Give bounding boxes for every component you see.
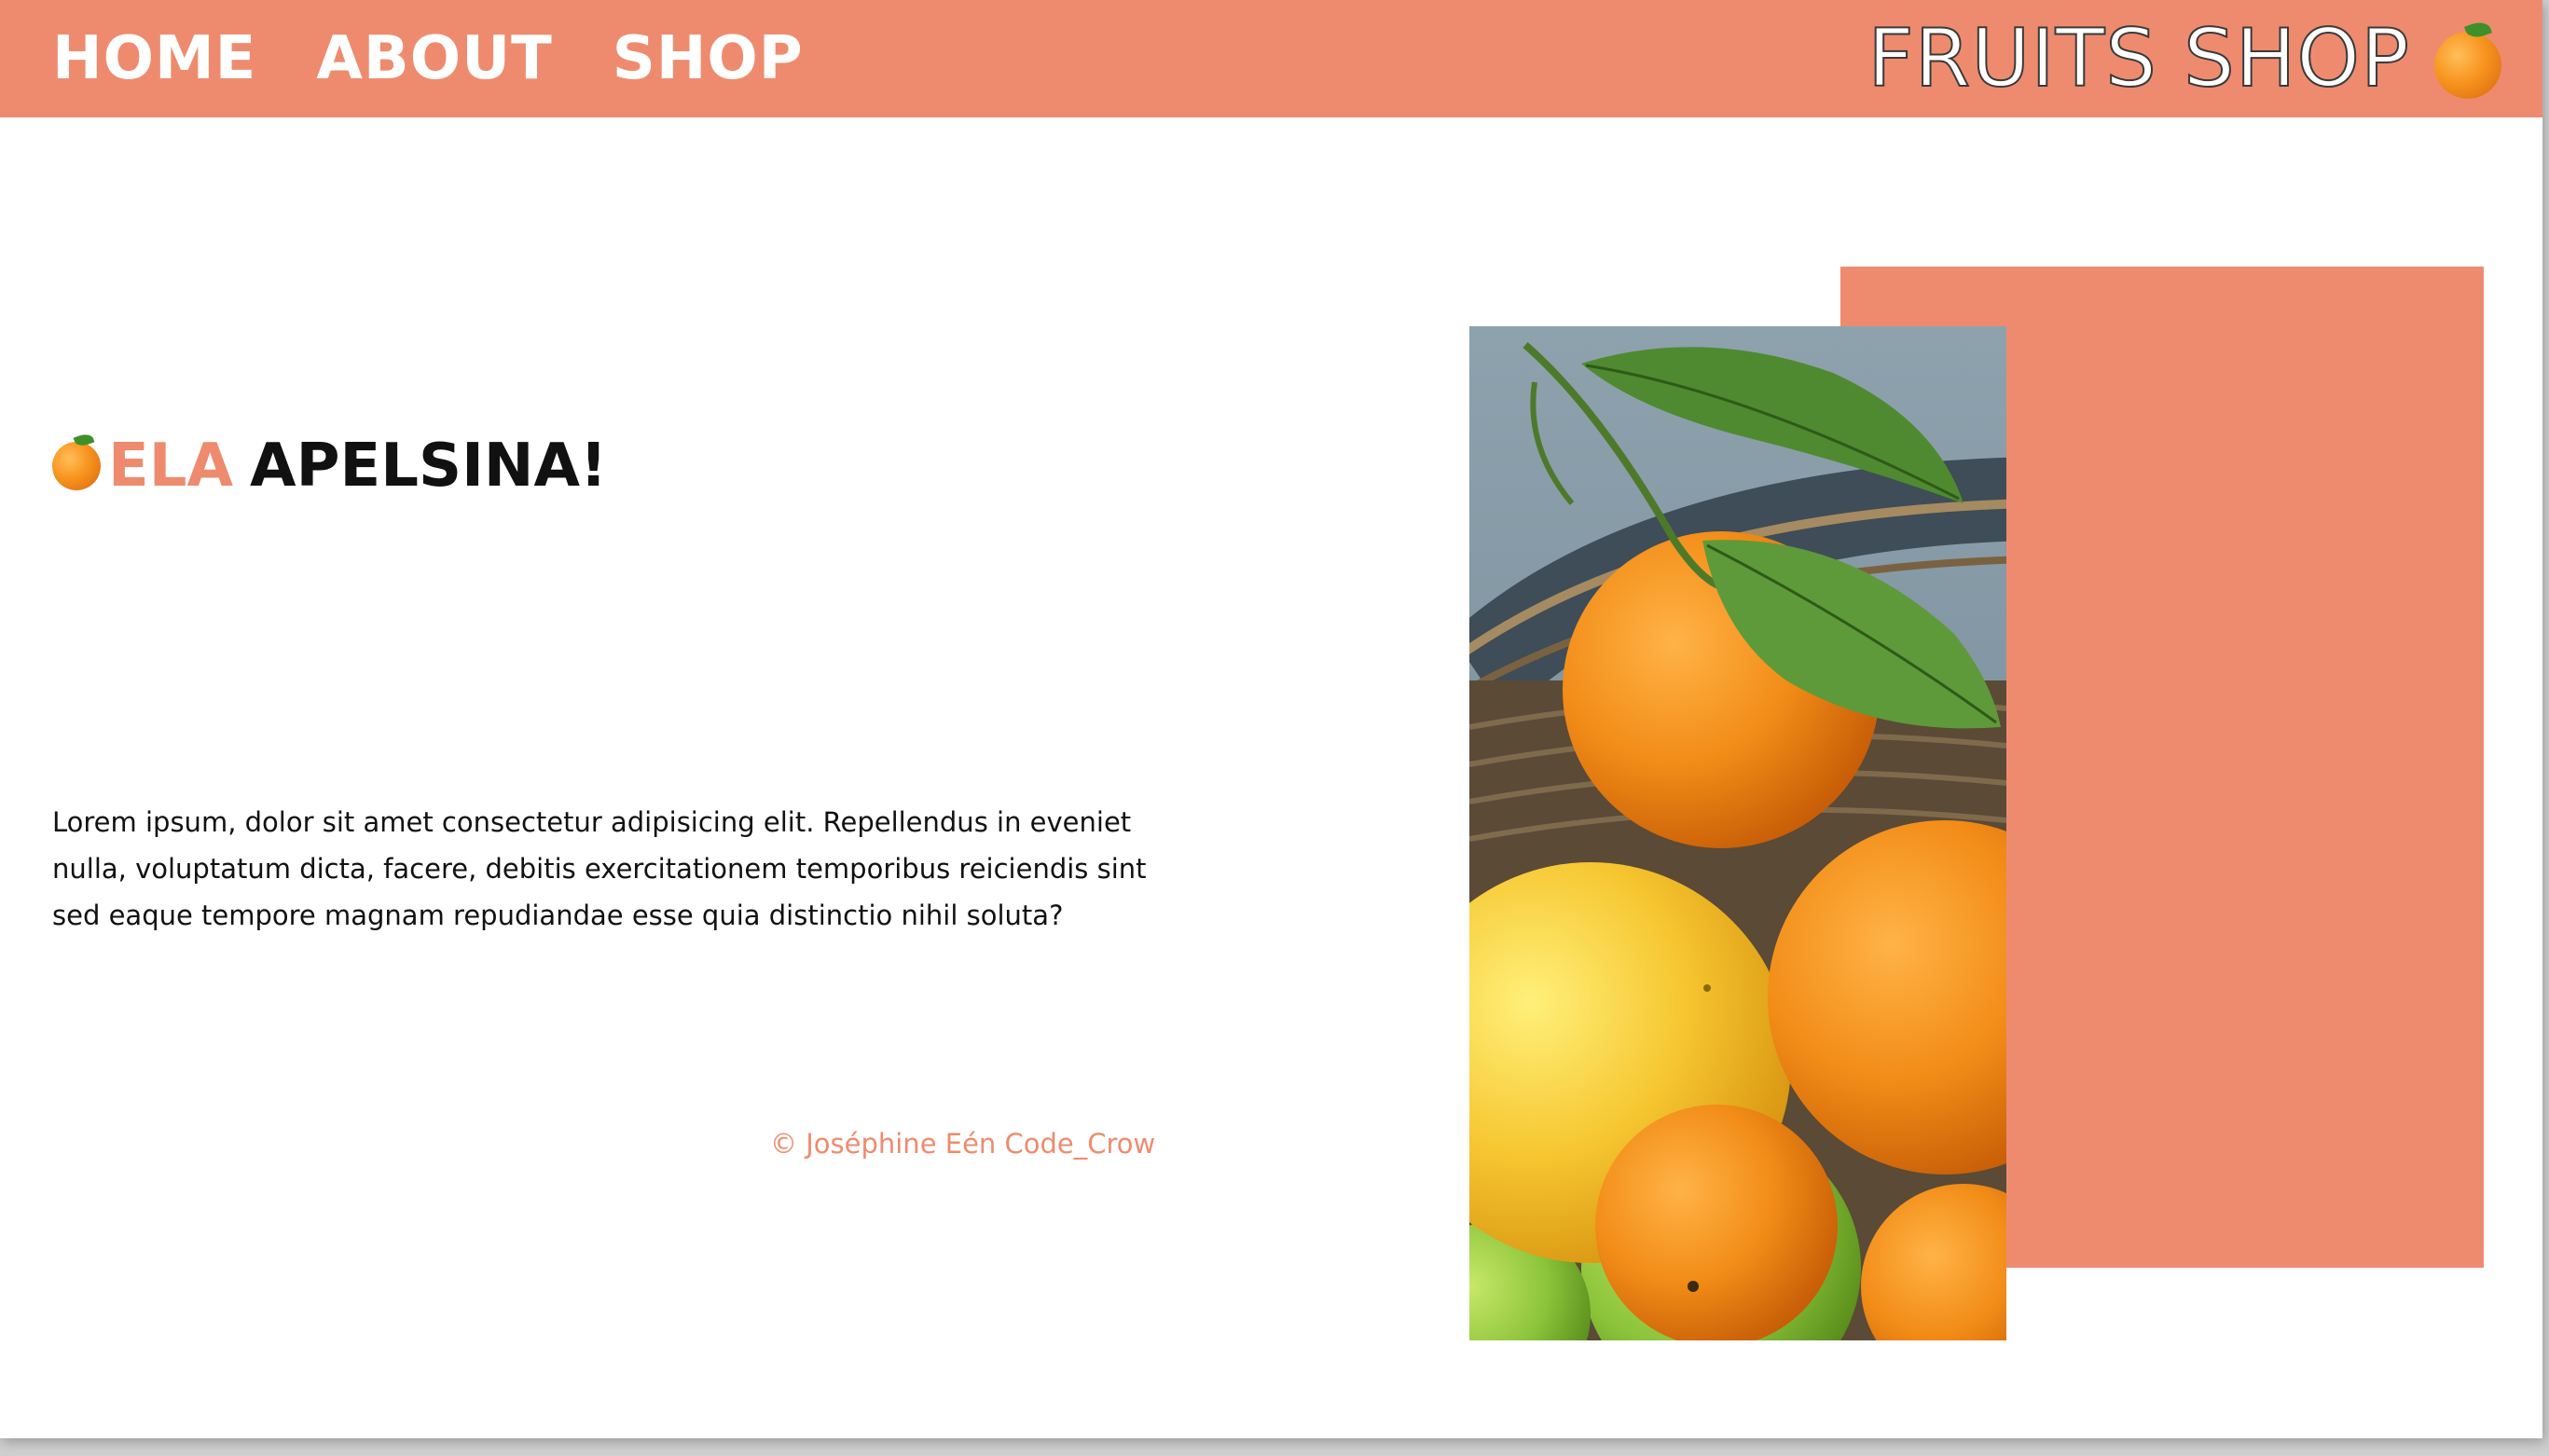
brand-title: FRUITS SHOP <box>1867 11 2410 106</box>
nav-home-link[interactable]: HOME <box>52 24 256 93</box>
hero-title-accent: ELA <box>108 431 234 501</box>
top-navigation-bar: HOME ABOUT SHOP FRUITS SHOP <box>0 0 2542 117</box>
brand-logo[interactable]: FRUITS SHOP <box>1867 0 2501 117</box>
hero-title: ELA APELSINA! <box>52 431 608 501</box>
oranges-basket-photo <box>1469 326 2006 1340</box>
hero-title-rest: APELSINA! <box>250 431 608 501</box>
nav-shop-link[interactable]: SHOP <box>613 24 804 93</box>
orange-icon <box>52 431 101 490</box>
main-nav: HOME ABOUT SHOP <box>52 0 804 117</box>
hero-description: Lorem ipsum, dolor sit amet consectetur … <box>52 806 1147 931</box>
page: HOME ABOUT SHOP FRUITS SHOP ELA APELSINA… <box>0 0 2542 1438</box>
orange-icon <box>2434 19 2501 99</box>
nav-about-link[interactable]: ABOUT <box>316 24 552 93</box>
copyright-credit: © Joséphine Eén Code_Crow <box>770 1128 1156 1160</box>
